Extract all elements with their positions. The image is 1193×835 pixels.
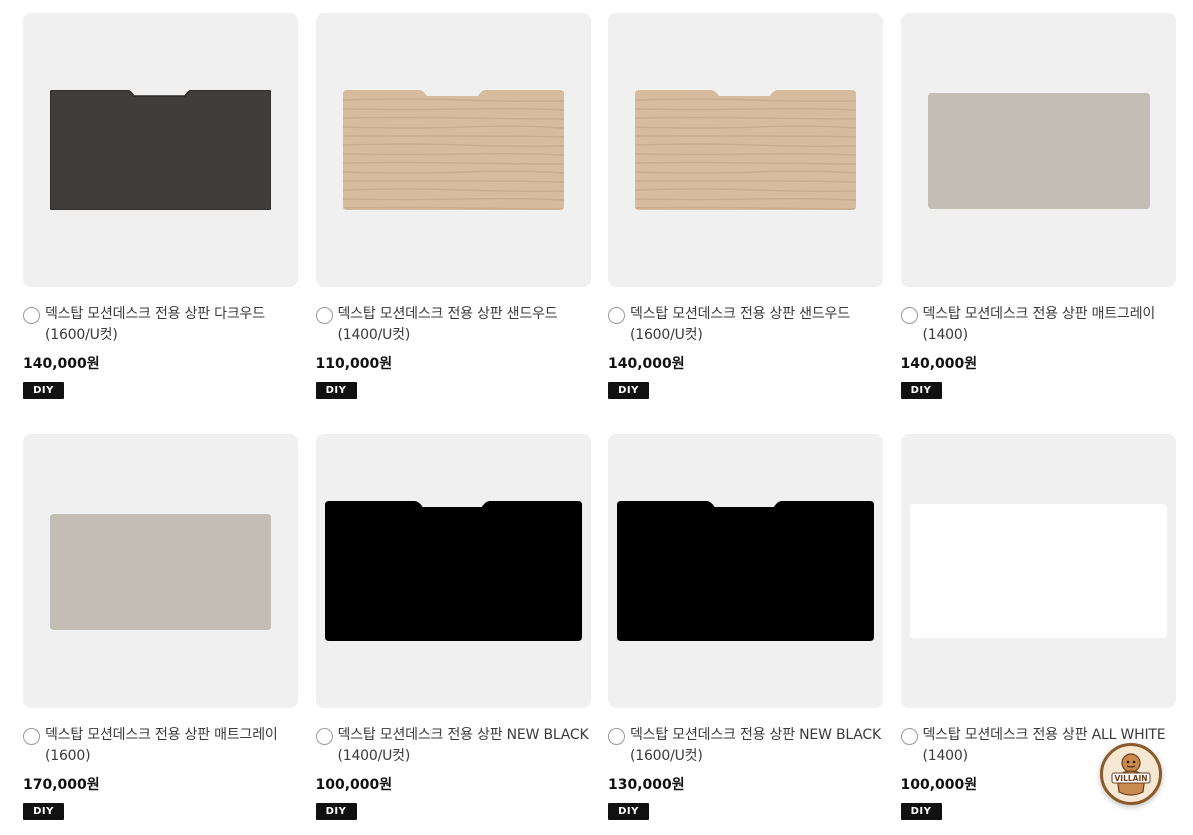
desktop-board-image	[50, 90, 271, 210]
product-card[interactable]: 덱스탑 모션데스크 전용 상판 다크우드 (1600/U컷) 140,000원 …	[23, 13, 298, 434]
product-image[interactable]	[900, 434, 1176, 708]
select-radio[interactable]	[23, 728, 40, 745]
product-name[interactable]: 덱스탑 모션데스크 전용 상판 NEW BLACK (1400/U컷)	[338, 725, 590, 767]
board-shape	[909, 504, 1167, 638]
select-radio[interactable]	[608, 728, 625, 745]
product-price: 110,000원	[315, 356, 393, 372]
product-name[interactable]: 덱스탑 모션데스크 전용 상판 샌드우드 (1400/U컷)	[338, 304, 590, 346]
select-radio[interactable]	[23, 307, 40, 324]
diy-badge: DIY	[608, 382, 649, 399]
product-price: 130,000원	[608, 777, 685, 793]
product-image[interactable]	[900, 13, 1176, 287]
diy-badge: DIY	[23, 382, 64, 399]
product-name[interactable]: 덱스탑 모션데스크 전용 상판 NEW BLACK (1600/U컷)	[630, 725, 882, 767]
select-radio[interactable]	[315, 728, 333, 745]
product-grid: 덱스탑 모션데스크 전용 상판 다크우드 (1600/U컷) 140,000원 …	[23, 13, 1176, 835]
mascot-label: VILLAIN	[1114, 774, 1147, 783]
select-radio[interactable]	[315, 307, 333, 324]
product-image[interactable]	[608, 434, 883, 708]
diy-badge: DIY	[315, 382, 357, 399]
diy-badge: DIY	[315, 803, 357, 820]
product-price: 140,000원	[608, 356, 685, 372]
board-shape	[927, 93, 1150, 209]
select-radio[interactable]	[608, 307, 625, 324]
desktop-board-image	[50, 514, 271, 630]
desktop-board-image	[342, 90, 564, 210]
desktop-board-image	[927, 93, 1150, 209]
product-image[interactable]	[315, 434, 591, 708]
product-image[interactable]	[23, 434, 298, 708]
product-price: 140,000원	[23, 356, 100, 372]
product-image[interactable]	[315, 13, 591, 287]
product-image[interactable]	[23, 13, 298, 287]
product-price: 170,000원	[23, 777, 100, 793]
board-shape	[617, 501, 874, 641]
desktop-board-image	[909, 504, 1167, 638]
product-card[interactable]: 덱스탑 모션데스크 전용 상판 매트그레이 (1600) 170,000원 DI…	[23, 434, 298, 835]
desktop-board-image	[635, 90, 856, 210]
product-price: 140,000원	[900, 356, 978, 372]
product-name[interactable]: 덱스탑 모션데스크 전용 상판 샌드우드 (1600/U컷)	[630, 304, 882, 346]
product-price: 100,000원	[315, 777, 393, 793]
desktop-board-image	[617, 501, 874, 641]
product-image[interactable]	[608, 13, 883, 287]
product-card[interactable]: 덱스탑 모션데스크 전용 상판 NEW BLACK (1400/U컷) 100,…	[315, 434, 591, 835]
villain-mascot-button[interactable]: VILLAIN	[1100, 743, 1162, 805]
diy-badge: DIY	[900, 803, 942, 820]
product-card[interactable]: 덱스탑 모션데스크 전용 상판 NEW BLACK (1600/U컷) 130,…	[608, 434, 883, 835]
product-name[interactable]: 덱스탑 모션데스크 전용 상판 매트그레이 (1600)	[45, 725, 297, 767]
diy-badge: DIY	[608, 803, 649, 820]
board-shape	[50, 514, 271, 630]
product-card[interactable]: 덱스탑 모션데스크 전용 상판 샌드우드 (1600/U컷) 140,000원 …	[608, 13, 883, 434]
villain-mascot-icon: VILLAIN	[1104, 747, 1158, 801]
select-radio[interactable]	[900, 728, 918, 745]
diy-badge: DIY	[23, 803, 64, 820]
select-radio[interactable]	[900, 307, 918, 324]
board-shape	[324, 501, 582, 641]
board-shape	[50, 90, 271, 210]
product-name[interactable]: 덱스탑 모션데스크 전용 상판 매트그레이 (1400)	[923, 304, 1175, 346]
diy-badge: DIY	[900, 382, 942, 399]
desktop-board-image	[324, 501, 582, 641]
product-card[interactable]: 덱스탑 모션데스크 전용 상판 매트그레이 (1400) 140,000원 DI…	[900, 13, 1176, 434]
product-name[interactable]: 덱스탑 모션데스크 전용 상판 다크우드 (1600/U컷)	[45, 304, 297, 346]
product-card[interactable]: 덱스탑 모션데스크 전용 상판 샌드우드 (1400/U컷) 110,000원 …	[315, 13, 591, 434]
